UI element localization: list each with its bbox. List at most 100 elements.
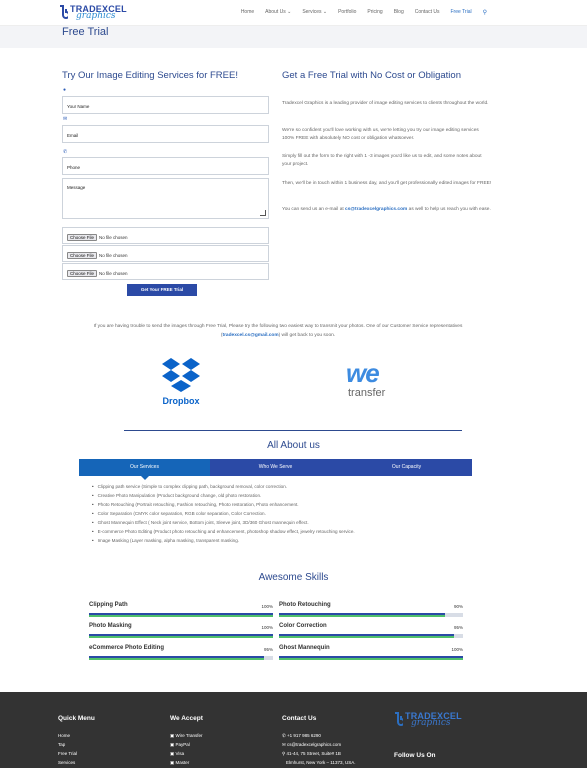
info-email-link[interactable]: cs@tradexcelgraphics.com: [345, 207, 407, 212]
phone-field[interactable]: Phone: [62, 157, 269, 175]
file-status: No file chosen: [99, 271, 128, 276]
contact-email[interactable]: ✉ cs@tradexcelgraphics.com: [282, 742, 341, 748]
skill-photo-retouching: Photo Retouching 90%: [279, 602, 463, 617]
submit-button[interactable]: Get Your FREE Trial: [127, 284, 197, 296]
envelope-icon: ✉: [63, 116, 68, 122]
info-p5-pre: You can send us an e-mail at: [282, 207, 346, 212]
nav-pricing[interactable]: Pricing: [367, 9, 382, 16]
user-icon: ●: [63, 87, 67, 93]
skill-name: Color Correction: [279, 623, 327, 629]
footer-link-home[interactable]: Home: [58, 733, 70, 738]
accept-label: Master: [175, 760, 190, 765]
contact-phone-text: +1 917 985 6290: [287, 733, 321, 738]
message-placeholder: Message: [67, 185, 86, 190]
skill-bar: [279, 656, 463, 660]
list-item: Ghost Mannequin Effect ( Neck joint serv…: [92, 518, 355, 527]
email-field[interactable]: Email: [62, 125, 269, 143]
choose-file-button[interactable]: Choose File: [67, 234, 98, 241]
skills-title: Awesome Skills: [258, 572, 329, 583]
nav-home[interactable]: Home: [241, 9, 254, 16]
nav-free-trial[interactable]: Free Trial: [450, 9, 471, 16]
footer-link-services[interactable]: Services: [58, 760, 75, 765]
logo-mark-icon: [60, 5, 68, 19]
page-title: Free Trial: [62, 26, 109, 38]
skill-bar: [89, 634, 273, 638]
footer-link-tap[interactable]: Tap: [58, 742, 65, 747]
list-item: Photo Retouching (Portrait retouching, F…: [92, 500, 355, 509]
skill-name: Clipping Path: [89, 602, 128, 608]
choose-file-button[interactable]: Choose File: [67, 252, 98, 259]
contact-phone[interactable]: ✆ +1 917 985 6290: [282, 733, 321, 739]
footer-contact-heading: Contact Us: [282, 715, 317, 722]
info-heading: Get a Free Trial with No Cost or Obligat…: [282, 70, 461, 81]
dropbox-link[interactable]: Dropbox: [158, 356, 204, 410]
list-item: Image Masking (Layer masking, alpha mask…: [92, 536, 355, 545]
nav-blog[interactable]: Blog: [394, 9, 404, 16]
services-list: Clipping path service (Simple to complex…: [92, 482, 355, 545]
footer-follow-heading: Follow Us On: [394, 752, 436, 759]
contact-address: ⚲ 41-44, 75 Street, Suite# 1B: [282, 751, 341, 757]
skill-clipping-path: Clipping Path 100%: [89, 602, 273, 617]
about-title: All About us: [267, 440, 320, 451]
list-item: Clipping path service (Simple to complex…: [92, 482, 355, 491]
file-input-3[interactable]: Choose File No file chosen: [62, 263, 269, 280]
nav-portfolio[interactable]: Portfolio: [338, 9, 356, 16]
wetransfer-label[interactable]: transfer: [348, 387, 385, 399]
nav-services[interactable]: Services ⌄: [302, 9, 327, 16]
form-heading: Try Our Image Editing Services for FREE!: [62, 70, 238, 81]
skill-name: Ghost Mannequin: [279, 645, 330, 651]
transfer-note: If you are having trouble to send the im…: [88, 322, 468, 340]
dropbox-icon: [162, 358, 200, 392]
footer-we-accept-heading: We Accept: [170, 715, 203, 722]
skill-percent: 100%: [261, 604, 273, 609]
info-paragraph-4: Then, we'll be in touch within 1 busines…: [282, 181, 492, 186]
skill-photo-masking: Photo Masking 100%: [89, 623, 273, 638]
file-status: No file chosen: [99, 253, 128, 258]
accept-wire-transfer: ▣ Wire Transfer: [170, 733, 203, 739]
divider: [124, 430, 462, 431]
list-item: E-commerce Photo Editing (Product photo …: [92, 527, 355, 536]
footer-link-free-trial[interactable]: Free Trial: [58, 751, 77, 756]
skill-bar: [89, 613, 273, 617]
phone-icon: ✆: [63, 149, 68, 155]
footer-quick-menu-heading: Quick Menu: [58, 715, 95, 722]
info-paragraph-2: We're so confident you'll love working w…: [282, 128, 479, 141]
choose-file-button[interactable]: Choose File: [67, 270, 98, 277]
footer-logo[interactable]: TRADEXCEL graphics: [393, 712, 462, 728]
skill-bar: [89, 656, 273, 660]
logo-mark-icon: [395, 712, 403, 726]
info-paragraph-5: You can send us an e-mail at cs@tradexce…: [282, 206, 492, 214]
main-nav: Home About Us ⌄ Services ⌄ Portfolio Pri…: [230, 9, 487, 16]
accept-paypal: ▣ PayPal: [170, 742, 190, 748]
nav-about[interactable]: About Us ⌄: [265, 9, 291, 16]
name-field[interactable]: Your Name: [62, 96, 269, 114]
note-email-link[interactable]: tradexcel.cs@gmail.com: [222, 333, 278, 338]
accept-label: Visa: [175, 751, 185, 756]
search-icon[interactable]: ⚲: [483, 9, 487, 16]
skill-percent: 100%: [451, 647, 463, 652]
wetransfer-logo[interactable]: we: [346, 360, 380, 386]
tab-our-capacity[interactable]: Our Capacity: [341, 459, 472, 476]
file-input-1[interactable]: Choose File No file chosen: [62, 227, 269, 244]
accept-visa: ▣ Visa: [170, 751, 184, 757]
tab-our-services[interactable]: Our Services: [79, 459, 210, 476]
accept-label: Wire Transfer: [175, 733, 203, 738]
message-field[interactable]: Message: [62, 178, 269, 219]
info-p5-post: as well to help us reach you with ease.: [407, 207, 491, 212]
skill-name: Photo Masking: [89, 623, 132, 629]
file-status: No file chosen: [99, 235, 128, 240]
tab-who-we-serve[interactable]: Who We Serve: [210, 459, 341, 476]
skill-percent: 95%: [453, 625, 463, 630]
resize-handle-icon[interactable]: [260, 210, 266, 216]
skill-name: eCommerce Photo Editing: [89, 645, 165, 651]
contact-city: Elmhurst, New York – 11373, USA.: [286, 760, 356, 765]
skill-color-correction: Color Correction 95%: [279, 623, 463, 638]
about-tabs: Our Services Who We Serve Our Capacity: [79, 459, 472, 476]
accept-master: ▣ Master: [170, 760, 189, 766]
site-logo[interactable]: TRADEXCEL graphics: [58, 3, 127, 23]
dropbox-label: Dropbox: [162, 396, 200, 406]
note-post: ) will get back to you soon.: [278, 333, 336, 338]
file-input-2[interactable]: Choose File No file chosen: [62, 245, 269, 262]
skill-percent: 90%: [453, 604, 463, 609]
nav-contact[interactable]: Contact Us: [415, 9, 440, 16]
